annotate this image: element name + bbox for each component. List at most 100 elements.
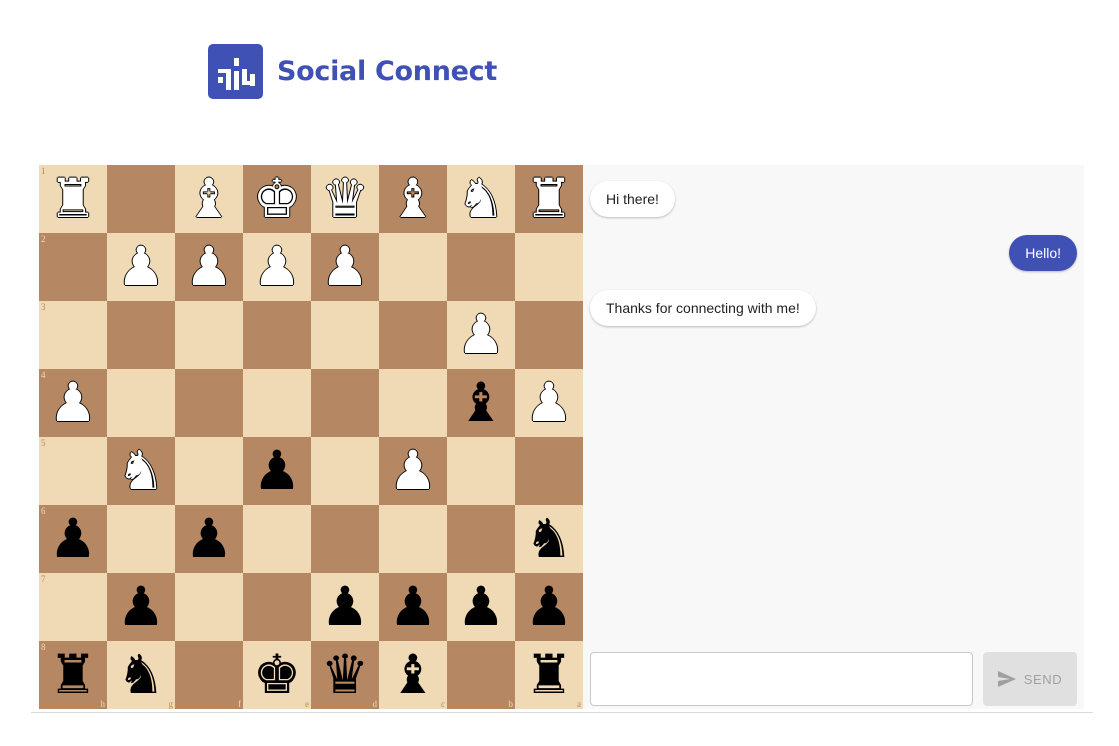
board-square[interactable] <box>243 301 311 369</box>
board-square[interactable]: ♝ <box>447 369 515 437</box>
board-square[interactable]: a ♜ <box>515 641 583 709</box>
board-square[interactable] <box>175 437 243 505</box>
board-square[interactable] <box>243 573 311 641</box>
board-square[interactable]: ♞ <box>107 437 175 505</box>
board-square[interactable] <box>175 573 243 641</box>
board-square[interactable] <box>447 233 515 301</box>
board-square[interactable]: 3 <box>39 301 107 369</box>
black-pawn-icon[interactable]: ♟ <box>379 573 447 641</box>
board-square[interactable] <box>175 369 243 437</box>
white-pawn-icon[interactable]: ♟ <box>39 369 107 437</box>
board-square[interactable]: 7 <box>39 573 107 641</box>
black-bishop-icon[interactable]: ♝ <box>379 641 447 709</box>
black-knight-icon[interactable]: ♞ <box>515 505 583 573</box>
send-button[interactable]: SEND <box>983 652 1077 706</box>
board-square[interactable]: c ♝ <box>379 641 447 709</box>
board-square[interactable] <box>447 437 515 505</box>
board-square[interactable] <box>447 505 515 573</box>
chess-board[interactable]: 1 ♜ ♝ ♚ ♛ ♝ ♞ ♜ 2 ♟ ♟ ♟ ♟ 3 ♟ 4 ♟ ♝ ♟ 5 ♞ ♟ ♟ 6 ♟ ♟ ♞ 7 ♟ ♟ ♟ ♟ ♟ 8 h ♜ g ♞ f e… <box>39 165 583 709</box>
board-square[interactable]: f <box>175 641 243 709</box>
black-pawn-icon[interactable]: ♟ <box>515 573 583 641</box>
board-square[interactable]: ♟ <box>311 573 379 641</box>
board-square[interactable] <box>311 437 379 505</box>
white-queen-icon[interactable]: ♛ <box>311 165 379 233</box>
black-king-icon[interactable]: ♚ <box>243 641 311 709</box>
white-pawn-icon[interactable]: ♟ <box>107 233 175 301</box>
white-knight-icon[interactable]: ♞ <box>447 165 515 233</box>
black-bishop-icon[interactable]: ♝ <box>447 369 515 437</box>
white-pawn-icon[interactable]: ♟ <box>243 233 311 301</box>
white-rook-icon[interactable]: ♜ <box>515 165 583 233</box>
board-square[interactable]: ♟ <box>379 437 447 505</box>
board-square[interactable] <box>243 369 311 437</box>
board-square[interactable]: 5 <box>39 437 107 505</box>
board-square[interactable] <box>311 301 379 369</box>
board-square[interactable]: ♟ <box>243 437 311 505</box>
board-square[interactable] <box>175 301 243 369</box>
black-pawn-icon[interactable]: ♟ <box>311 573 379 641</box>
board-square[interactable] <box>379 369 447 437</box>
board-square[interactable]: ♝ <box>379 165 447 233</box>
white-knight-icon[interactable]: ♞ <box>107 437 175 505</box>
black-pawn-icon[interactable]: ♟ <box>243 437 311 505</box>
black-rook-icon[interactable]: ♜ <box>515 641 583 709</box>
black-pawn-icon[interactable]: ♟ <box>447 573 515 641</box>
board-square[interactable] <box>379 505 447 573</box>
board-square[interactable]: ♚ <box>243 165 311 233</box>
white-pawn-icon[interactable]: ♟ <box>515 369 583 437</box>
board-square[interactable] <box>379 233 447 301</box>
board-square[interactable] <box>107 165 175 233</box>
board-square[interactable]: ♟ <box>175 233 243 301</box>
board-square[interactable]: d ♛ <box>311 641 379 709</box>
white-pawn-icon[interactable]: ♟ <box>379 437 447 505</box>
white-bishop-icon[interactable]: ♝ <box>175 165 243 233</box>
board-square[interactable]: 8 h ♜ <box>39 641 107 709</box>
board-square[interactable]: b <box>447 641 515 709</box>
board-square[interactable] <box>379 301 447 369</box>
board-square[interactable]: ♟ <box>515 573 583 641</box>
board-square[interactable] <box>107 301 175 369</box>
message-input[interactable] <box>590 652 973 706</box>
board-square[interactable] <box>515 233 583 301</box>
board-square[interactable]: ♜ <box>515 165 583 233</box>
black-knight-icon[interactable]: ♞ <box>107 641 175 709</box>
board-square[interactable]: 2 <box>39 233 107 301</box>
white-pawn-icon[interactable]: ♟ <box>175 233 243 301</box>
black-rook-icon[interactable]: ♜ <box>39 641 107 709</box>
board-square[interactable]: 4 ♟ <box>39 369 107 437</box>
message-bubble-incoming: Hi there! <box>590 181 675 217</box>
white-pawn-icon[interactable]: ♟ <box>447 301 515 369</box>
board-square[interactable]: 6 ♟ <box>39 505 107 573</box>
black-pawn-icon[interactable]: ♟ <box>39 505 107 573</box>
board-square[interactable]: e ♚ <box>243 641 311 709</box>
black-pawn-icon[interactable]: ♟ <box>107 573 175 641</box>
black-queen-icon[interactable]: ♛ <box>311 641 379 709</box>
board-square[interactable]: g ♞ <box>107 641 175 709</box>
board-square[interactable] <box>311 505 379 573</box>
black-pawn-icon[interactable]: ♟ <box>175 505 243 573</box>
board-square[interactable]: ♟ <box>107 233 175 301</box>
board-square[interactable] <box>243 505 311 573</box>
board-square[interactable]: ♟ <box>379 573 447 641</box>
board-square[interactable]: ♟ <box>107 573 175 641</box>
board-square[interactable]: ♟ <box>311 233 379 301</box>
board-square[interactable]: ♟ <box>243 233 311 301</box>
board-square[interactable]: ♟ <box>447 573 515 641</box>
board-square[interactable]: ♛ <box>311 165 379 233</box>
white-king-icon[interactable]: ♚ <box>243 165 311 233</box>
board-square[interactable]: ♟ <box>515 369 583 437</box>
board-square[interactable] <box>107 505 175 573</box>
board-square[interactable]: 1 ♜ <box>39 165 107 233</box>
board-square[interactable] <box>515 437 583 505</box>
white-rook-icon[interactable]: ♜ <box>39 165 107 233</box>
board-square[interactable]: ♞ <box>447 165 515 233</box>
board-square[interactable]: ♟ <box>447 301 515 369</box>
white-pawn-icon[interactable]: ♟ <box>311 233 379 301</box>
board-square[interactable] <box>107 369 175 437</box>
board-square[interactable] <box>515 301 583 369</box>
board-square[interactable]: ♞ <box>515 505 583 573</box>
board-square[interactable]: ♝ <box>175 165 243 233</box>
board-square[interactable] <box>311 369 379 437</box>
board-square[interactable]: ♟ <box>175 505 243 573</box>
white-bishop-icon[interactable]: ♝ <box>379 165 447 233</box>
